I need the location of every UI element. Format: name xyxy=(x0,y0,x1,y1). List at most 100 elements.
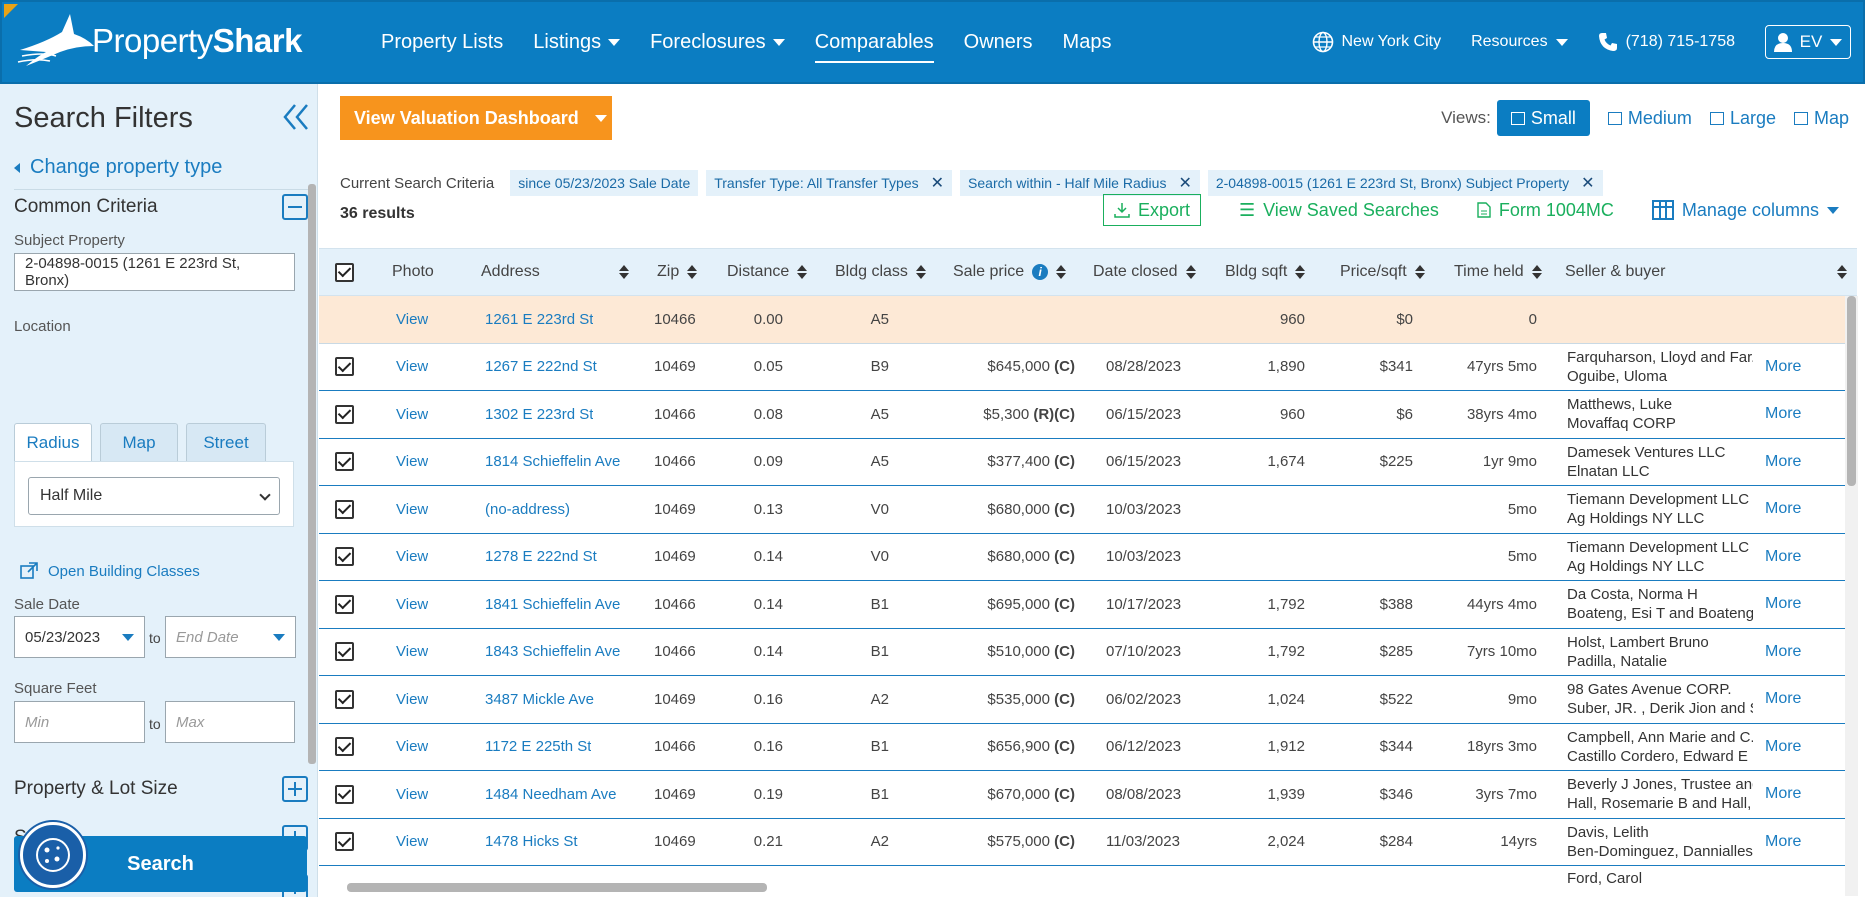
view-large-button[interactable]: Large xyxy=(1709,108,1776,129)
address-link[interactable]: 1478 Hicks St xyxy=(485,833,578,850)
col-bldg-sqft[interactable]: Bldg sqft xyxy=(1225,263,1306,281)
row-checkbox[interactable] xyxy=(335,832,354,852)
address-link[interactable]: 3487 Mickle Ave xyxy=(485,691,594,708)
sqft-max-input[interactable]: Max xyxy=(165,701,295,743)
common-criteria-header[interactable]: Common Criteria xyxy=(14,194,308,220)
col-distance[interactable]: Distance xyxy=(727,263,808,281)
view-photo-link[interactable]: View xyxy=(396,691,428,708)
sqft-min-input[interactable]: Min xyxy=(14,701,145,743)
view-photo-link[interactable]: View xyxy=(396,643,428,660)
logo[interactable]: PropertyShark xyxy=(16,12,302,70)
nav-foreclosures[interactable]: Foreclosures xyxy=(650,31,785,54)
row-checkbox[interactable] xyxy=(335,784,354,804)
more-link[interactable]: More xyxy=(1765,595,1801,613)
more-link[interactable]: More xyxy=(1765,358,1801,376)
more-link[interactable]: More xyxy=(1765,643,1801,661)
expand-plus-icon[interactable] xyxy=(282,776,308,802)
address-link[interactable]: 1302 E 223rd St xyxy=(485,406,593,423)
nav-owners[interactable]: Owners xyxy=(964,31,1033,54)
collapse-minus-icon[interactable] xyxy=(282,194,308,220)
row-checkbox[interactable] xyxy=(335,642,354,662)
more-link[interactable]: More xyxy=(1765,548,1801,566)
more-link[interactable]: More xyxy=(1765,785,1801,803)
address-link[interactable]: 1814 Schieffelin Ave xyxy=(485,453,620,470)
row-checkbox[interactable] xyxy=(335,404,354,424)
horizontal-scrollbar[interactable] xyxy=(347,883,767,892)
address-link[interactable]: 1843 Schieffelin Ave xyxy=(485,643,620,660)
col-sale-price[interactable]: Sale price i xyxy=(953,263,1067,281)
resources-menu[interactable]: Resources xyxy=(1471,33,1568,51)
subject-property-input[interactable]: 2-04898-0015 (1261 E 223rd St, Bronx) xyxy=(14,253,295,291)
more-link[interactable]: More xyxy=(1765,453,1801,471)
form-1004mc-button[interactable]: Form 1004MC xyxy=(1477,200,1614,221)
view-valuation-dashboard-button[interactable]: View Valuation Dashboard xyxy=(340,96,612,140)
more-link[interactable]: More xyxy=(1765,500,1801,518)
radius-select[interactable]: Half Mile xyxy=(28,477,280,515)
row-checkbox[interactable] xyxy=(335,452,354,472)
sale-date-end[interactable]: End Date xyxy=(165,616,296,658)
tab-radius[interactable]: Radius xyxy=(14,423,92,461)
remove-chip-icon[interactable]: ✕ xyxy=(931,173,944,193)
tab-map[interactable]: Map xyxy=(100,423,178,461)
address-link[interactable]: 1261 E 223rd St xyxy=(485,311,593,328)
view-photo-link[interactable]: View xyxy=(396,833,428,850)
view-small-button[interactable]: Small xyxy=(1496,100,1590,136)
more-link[interactable]: More xyxy=(1765,405,1801,423)
view-photo-link[interactable]: View xyxy=(396,358,428,375)
row-checkbox[interactable] xyxy=(335,357,354,377)
view-photo-link[interactable]: View xyxy=(396,311,428,328)
address-link[interactable]: (no-address) xyxy=(485,501,570,518)
col-price-sqft[interactable]: Price/sqft xyxy=(1340,263,1425,281)
user-menu-button[interactable]: EV xyxy=(1765,25,1851,59)
col-date-closed[interactable]: Date closed xyxy=(1093,263,1196,281)
cookie-settings-button[interactable] xyxy=(20,822,86,888)
row-checkbox[interactable] xyxy=(335,547,354,567)
more-link[interactable]: More xyxy=(1765,833,1801,851)
nav-comparables[interactable]: Comparables xyxy=(814,31,934,63)
view-saved-searches-button[interactable]: ☰ View Saved Searches xyxy=(1239,200,1439,221)
col-address[interactable]: Address xyxy=(481,263,629,281)
vertical-scrollbar[interactable] xyxy=(1847,296,1856,486)
remove-chip-icon[interactable]: ✕ xyxy=(1178,173,1191,193)
view-medium-button[interactable]: Medium xyxy=(1607,108,1692,129)
address-link[interactable]: 1278 E 222nd St xyxy=(485,548,597,565)
phone-link[interactable]: (718) 715-1758 xyxy=(1598,32,1735,52)
sidebar-scrollbar[interactable] xyxy=(308,184,316,764)
address-link[interactable]: 1267 E 222nd St xyxy=(485,358,597,375)
row-checkbox[interactable] xyxy=(335,689,354,709)
property-lot-size-header[interactable]: Property & Lot Size xyxy=(14,776,308,802)
row-checkbox[interactable] xyxy=(335,499,354,519)
export-button[interactable]: Export xyxy=(1102,194,1201,226)
change-property-type-link[interactable]: Change property type xyxy=(14,156,308,190)
view-photo-link[interactable]: View xyxy=(396,738,428,755)
view-map-button[interactable]: Map xyxy=(1793,108,1849,129)
info-icon[interactable]: i xyxy=(1032,264,1049,280)
view-photo-link[interactable]: View xyxy=(396,406,428,423)
col-time-held[interactable]: Time held xyxy=(1454,263,1542,281)
address-link[interactable]: 1484 Needham Ave xyxy=(485,786,617,803)
col-bldg-class[interactable]: Bldg class xyxy=(835,263,926,281)
col-seller-buyer[interactable]: Seller & buyer xyxy=(1565,263,1847,281)
view-photo-link[interactable]: View xyxy=(396,786,428,803)
view-photo-link[interactable]: View xyxy=(396,596,428,613)
manage-columns-button[interactable]: Manage columns xyxy=(1651,200,1839,221)
view-photo-link[interactable]: View xyxy=(396,501,428,518)
row-checkbox[interactable] xyxy=(335,594,354,614)
city-selector[interactable]: New York City xyxy=(1312,31,1441,53)
nav-property-lists[interactable]: Property Lists xyxy=(381,31,503,54)
nav-listings[interactable]: Listings xyxy=(533,31,621,54)
col-zip[interactable]: Zip xyxy=(657,263,698,281)
remove-chip-icon[interactable]: ✕ xyxy=(1581,173,1594,193)
more-link[interactable]: More xyxy=(1765,738,1801,756)
row-checkbox[interactable] xyxy=(335,737,354,757)
view-photo-link[interactable]: View xyxy=(396,453,428,470)
address-link[interactable]: 1172 E 225th St xyxy=(485,738,591,755)
nav-maps[interactable]: Maps xyxy=(1063,31,1112,54)
sale-date-start[interactable]: 05/23/2023 xyxy=(14,616,145,658)
open-building-classes-link[interactable]: Open Building Classes xyxy=(20,562,200,580)
address-link[interactable]: 1841 Schieffelin Ave xyxy=(485,596,620,613)
tab-street[interactable]: Street xyxy=(186,423,266,461)
collapse-sidebar-icon[interactable] xyxy=(282,102,314,134)
view-photo-link[interactable]: View xyxy=(396,548,428,565)
more-link[interactable]: More xyxy=(1765,690,1801,708)
